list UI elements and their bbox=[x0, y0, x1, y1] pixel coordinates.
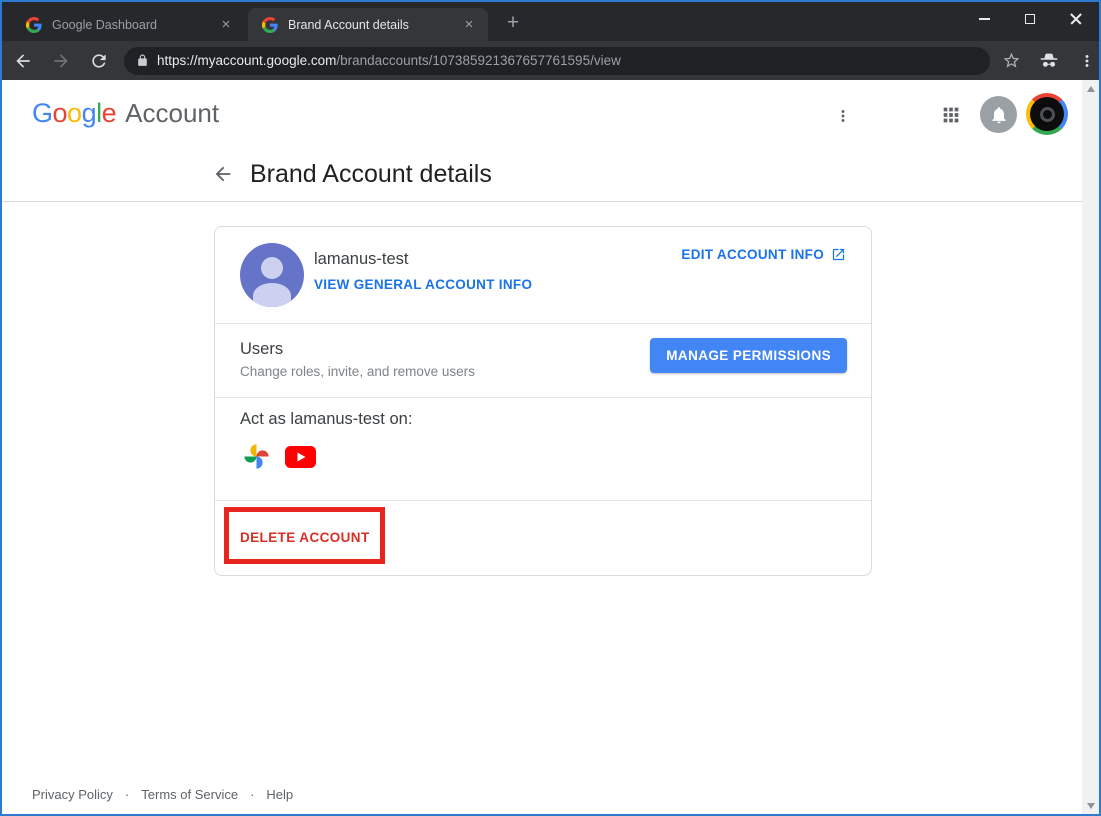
tab-title: Brand Account details bbox=[288, 18, 460, 32]
page-back-button[interactable] bbox=[212, 163, 234, 185]
product-name: Account bbox=[125, 98, 219, 129]
users-section-title: Users bbox=[240, 340, 283, 359]
back-arrow-icon bbox=[13, 51, 33, 71]
youtube-icon[interactable] bbox=[285, 446, 316, 468]
account-avatar[interactable] bbox=[1026, 93, 1068, 135]
google-photos-icon[interactable] bbox=[243, 443, 270, 470]
close-button[interactable] bbox=[1053, 2, 1099, 36]
footer-separator: · bbox=[125, 787, 129, 802]
service-icons-row bbox=[243, 443, 316, 470]
card-row-divider bbox=[215, 323, 871, 324]
vertical-scrollbar[interactable] bbox=[1082, 80, 1099, 814]
minimize-icon bbox=[979, 18, 990, 20]
refresh-icon bbox=[89, 51, 109, 71]
tab-close-icon[interactable]: × bbox=[460, 16, 478, 34]
page-title: Brand Account details bbox=[250, 160, 492, 189]
tab-strip: Google Dashboard × Brand Account details… bbox=[2, 2, 1099, 41]
down-triangle-icon bbox=[1087, 803, 1095, 809]
logo-letter: e bbox=[102, 98, 117, 128]
google-favicon-icon bbox=[26, 17, 42, 33]
brand-account-name: lamanus-test bbox=[314, 250, 408, 269]
back-arrow-icon bbox=[212, 163, 234, 185]
maximize-button[interactable] bbox=[1007, 2, 1053, 36]
camera-lens-icon bbox=[1040, 107, 1055, 122]
header-divider bbox=[2, 201, 1099, 202]
red-highlight-annotation bbox=[224, 507, 385, 564]
url-path: /brandaccounts/107385921367657761595/vie… bbox=[336, 53, 621, 68]
incognito-indicator bbox=[1032, 44, 1066, 78]
open-in-new-icon bbox=[831, 247, 846, 262]
avatar-image bbox=[1030, 97, 1064, 131]
lock-icon bbox=[136, 54, 149, 67]
page-content: Google Account Brand Account details bbox=[2, 80, 1099, 814]
scrollbar-down-arrow[interactable] bbox=[1082, 797, 1099, 814]
google-favicon-icon bbox=[262, 17, 278, 33]
browser-toolbar: https://myaccount.google.com/brandaccoun… bbox=[2, 41, 1099, 80]
help-link[interactable]: Help bbox=[266, 787, 293, 802]
notifications-button[interactable] bbox=[980, 96, 1017, 133]
terms-of-service-link[interactable]: Terms of Service bbox=[141, 787, 238, 802]
users-section-subtitle: Change roles, invite, and remove users bbox=[240, 364, 475, 379]
card-row-divider bbox=[215, 397, 871, 398]
view-general-account-info-link[interactable]: VIEW GENERAL ACCOUNT INFO bbox=[314, 277, 532, 292]
page-footer: Privacy Policy · Terms of Service · Help bbox=[32, 787, 293, 802]
browser-window: Google Dashboard × Brand Account details… bbox=[0, 0, 1101, 816]
google-account-header: Google Account bbox=[32, 96, 219, 130]
url-host: https://myaccount.google.com bbox=[157, 53, 336, 68]
manage-permissions-button[interactable]: MANAGE PERMISSIONS bbox=[650, 338, 847, 373]
maximize-icon bbox=[1025, 14, 1035, 24]
incognito-icon bbox=[1038, 50, 1060, 72]
close-icon bbox=[1070, 13, 1082, 25]
tab-title: Google Dashboard bbox=[52, 18, 217, 32]
edit-account-info-link[interactable]: EDIT ACCOUNT INFO bbox=[681, 247, 846, 262]
apps-grid-icon bbox=[940, 104, 962, 126]
page-more-menu-button[interactable] bbox=[830, 103, 856, 129]
edit-account-info-label: EDIT ACCOUNT INFO bbox=[681, 247, 824, 262]
google-logo: Google bbox=[32, 98, 116, 129]
act-as-label: Act as lamanus-test on: bbox=[240, 410, 412, 429]
logo-letter: o bbox=[67, 98, 82, 128]
more-vert-icon bbox=[834, 107, 852, 125]
person-silhouette-icon bbox=[240, 243, 304, 307]
privacy-policy-link[interactable]: Privacy Policy bbox=[32, 787, 113, 802]
logo-letter: o bbox=[53, 98, 68, 128]
google-apps-button[interactable] bbox=[938, 102, 964, 128]
tab-google-dashboard[interactable]: Google Dashboard × bbox=[12, 8, 245, 41]
tab-brand-account-details[interactable]: Brand Account details × bbox=[248, 8, 488, 41]
back-button[interactable] bbox=[6, 44, 40, 78]
address-bar[interactable]: https://myaccount.google.com/brandaccoun… bbox=[124, 47, 990, 75]
more-vert-icon bbox=[1078, 52, 1096, 70]
scrollbar-up-arrow[interactable] bbox=[1082, 80, 1099, 97]
logo-letter: G bbox=[32, 98, 53, 128]
tab-close-icon[interactable]: × bbox=[217, 16, 235, 34]
browser-menu-button[interactable] bbox=[1070, 44, 1101, 78]
up-triangle-icon bbox=[1087, 86, 1095, 92]
footer-separator: · bbox=[250, 787, 254, 802]
star-icon bbox=[1002, 51, 1021, 70]
logo-letter: g bbox=[82, 98, 97, 128]
minimize-button[interactable] bbox=[961, 2, 1007, 36]
refresh-button[interactable] bbox=[82, 44, 116, 78]
new-tab-button[interactable]: + bbox=[500, 11, 526, 37]
forward-arrow-icon bbox=[51, 51, 71, 71]
bookmark-star-button[interactable] bbox=[994, 44, 1028, 78]
url-text: https://myaccount.google.com/brandaccoun… bbox=[157, 53, 621, 68]
brand-avatar bbox=[240, 243, 304, 307]
window-controls bbox=[961, 2, 1099, 36]
forward-button[interactable] bbox=[44, 44, 78, 78]
card-row-divider bbox=[215, 500, 871, 501]
bell-icon bbox=[989, 105, 1009, 125]
